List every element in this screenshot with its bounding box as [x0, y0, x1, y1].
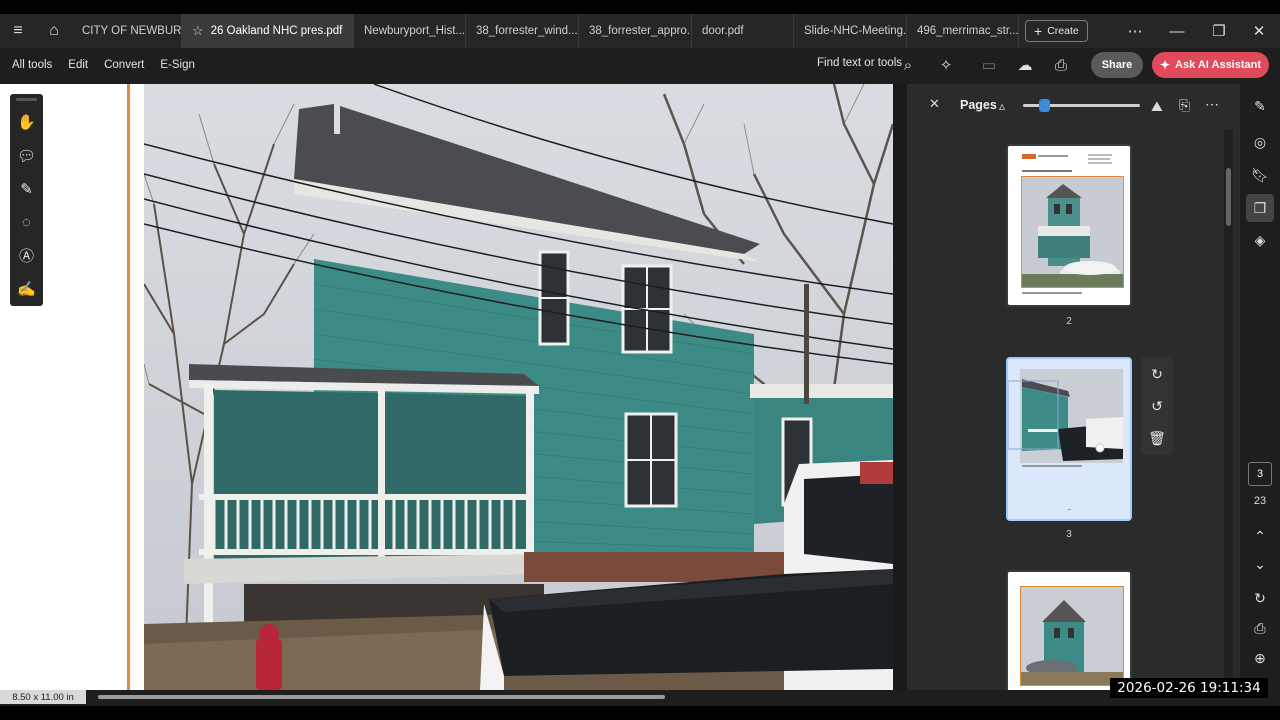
convert-menu[interactable]: Convert — [104, 59, 144, 71]
hamburger-menu-icon[interactable]: ≡ — [0, 14, 36, 48]
large-mountain-icon[interactable]: ⛰ — [1151, 98, 1163, 115]
panel-more-icon[interactable]: ⋯ — [1205, 96, 1219, 113]
tab-38-forrester-wind[interactable]: 38_forrester_wind... — [466, 14, 579, 48]
minimize-icon[interactable]: — — [1156, 14, 1198, 48]
tab-label: Newburyport_Hist... — [364, 25, 465, 37]
comments-icon[interactable]: ◎ — [1246, 128, 1274, 156]
zoom-to-page-icon[interactable]: ⎙ — [1246, 614, 1274, 642]
more-options-icon[interactable]: ⋯ — [1114, 14, 1156, 48]
insert-page-icon[interactable]: ⎘ — [1179, 97, 1190, 114]
share-button[interactable]: Share — [1091, 52, 1143, 78]
layers-icon[interactable]: ◈ — [1246, 226, 1274, 254]
cloud-upload-icon[interactable]: ☁ — [1011, 48, 1039, 82]
chevron-up-icon[interactable]: ⌃ — [1246, 522, 1274, 550]
text-select-icon[interactable]: Ⓐ — [10, 241, 43, 269]
tab-label: Slide-NHC-Meeting... — [804, 25, 907, 37]
tab-26-oakland[interactable]: ☆ 26 Oakland NHC pres.pdf ✕ — [182, 14, 354, 48]
print-icon[interactable]: ⎙ — [1047, 48, 1075, 82]
tab-label: CITY OF NEWBUR... — [82, 25, 182, 37]
panel-title: Pages — [960, 98, 997, 112]
document-viewer[interactable] — [0, 84, 893, 690]
create-button[interactable]: + Create — [1025, 20, 1088, 42]
close-window-icon[interactable]: ✕ — [1238, 14, 1280, 48]
tab-label: 38_forrester_appro... — [589, 25, 692, 37]
tab-bar: ≡ ⌂ CITY OF NEWBUR... ☆ 26 Oakland NHC p… — [0, 14, 1280, 48]
page-thumbnail-selected[interactable] — [1006, 357, 1132, 521]
all-tools-menu[interactable]: All tools — [12, 59, 52, 71]
house-photo — [144, 84, 893, 690]
acrobat-window: ≡ ⌂ CITY OF NEWBUR... ☆ 26 Oakland NHC p… — [0, 0, 1280, 720]
lasso-icon[interactable]: ◌ — [10, 208, 43, 236]
thumbnail-actions: ↻ ↺ 🗑︎ — [1141, 357, 1173, 455]
find-text-or-tools[interactable]: Find text or tools — [817, 57, 902, 69]
page-thumbnail[interactable] — [1006, 144, 1132, 307]
tab-slide-nhc-meeting[interactable]: Slide-NHC-Meeting... — [794, 14, 907, 48]
create-label: Create — [1047, 25, 1079, 37]
tab-label: 26 Oakland NHC pres.pdf — [210, 25, 343, 37]
page-accent-border — [127, 84, 130, 690]
tab-newburyport-hist[interactable]: Newburyport_Hist... — [354, 14, 466, 48]
pages-panel: ✕ Pages ▵ ⛰ ⎘ ⋯ 2 3 ↻ ↺ 🗑︎ — [907, 84, 1240, 706]
zoom-in-icon[interactable]: ⊕ — [1246, 644, 1274, 672]
tab-city-of-newburyport[interactable]: CITY OF NEWBUR... — [72, 14, 182, 48]
quick-tools-rail: ✋ 💬︎ ✎ ◌ Ⓐ ✍ — [10, 94, 43, 306]
tab-label: 38_forrester_wind... — [476, 25, 578, 37]
sparkle-icon: ✦ — [1159, 58, 1171, 72]
right-tool-rail: ✎ ◎ 🔖︎ ❐ ◈ 3 23 ⌃ ⌄ ↻ ⎙ ⊕ — [1240, 84, 1280, 706]
bottom-strip — [0, 706, 1280, 720]
ai-tools-icon[interactable]: ✧ — [932, 48, 960, 82]
pages-panel-icon[interactable]: ❐ — [1246, 194, 1274, 222]
panel-scrollbar-thumb[interactable] — [1226, 168, 1231, 226]
plus-icon: + — [1034, 23, 1043, 39]
ask-ai-assistant-button[interactable]: ✦ Ask AI Assistant — [1152, 52, 1269, 78]
zoom-slider-handle[interactable] — [1039, 99, 1051, 112]
thumbnail-page-number: 2 — [1066, 316, 1072, 327]
ai-assistant-label: Ask AI Assistant — [1175, 59, 1262, 71]
close-panel-icon[interactable]: ✕ — [929, 96, 940, 112]
star-icon[interactable]: ☆ — [192, 23, 204, 39]
tab-496-merrimac[interactable]: 496_merrimac_str... — [907, 14, 1019, 48]
timestamp-overlay: 2026-02-26 19:11:34 — [1110, 678, 1268, 698]
hand-icon[interactable]: ✋ — [10, 108, 43, 136]
edit-menu[interactable]: Edit — [68, 59, 88, 71]
tab-door-pdf[interactable]: door.pdf — [692, 14, 794, 48]
restore-icon[interactable]: ❐ — [1198, 14, 1240, 48]
main-toolbar: All tools Edit Convert E-Sign — [0, 48, 1280, 82]
top-strip — [0, 0, 1280, 14]
rail-drag-handle[interactable] — [16, 98, 37, 101]
sign-icon[interactable]: ✍ — [10, 275, 43, 303]
delete-icon[interactable]: 🗑︎ — [1141, 423, 1173, 453]
search-icon[interactable]: ⌕ — [894, 48, 922, 82]
tab-38-forrester-appro[interactable]: 38_forrester_appro... — [579, 14, 692, 48]
save-icon[interactable]: ▭ — [975, 48, 1003, 82]
page-size-label: 8.50 x 11.00 in — [0, 690, 86, 704]
rotate-clockwise-icon[interactable]: ↻ — [1141, 359, 1173, 389]
thumbnail-page-number: 3 — [1066, 529, 1072, 540]
pen-icon[interactable]: ✎ — [10, 175, 43, 203]
tab-label: 496_merrimac_str... — [917, 25, 1019, 37]
small-mountain-icon[interactable]: ▵ — [999, 99, 1005, 113]
bookmarks-icon[interactable]: 🔖︎ — [1246, 161, 1274, 189]
chevron-down-icon[interactable]: ⌄ — [1246, 550, 1274, 578]
panel-scrollbar[interactable] — [1224, 130, 1233, 706]
panel-divider[interactable] — [893, 84, 907, 706]
rotate-counterclockwise-icon[interactable]: ↺ — [1141, 391, 1173, 421]
home-icon[interactable]: ⌂ — [36, 14, 72, 48]
document-horizontal-scrollbar[interactable] — [98, 695, 665, 699]
refresh-icon[interactable]: ↻ — [1246, 584, 1274, 612]
current-page-box[interactable]: 3 — [1248, 462, 1272, 486]
esign-menu[interactable]: E-Sign — [160, 59, 195, 71]
ai-summary-icon[interactable]: ✎ — [1246, 92, 1274, 120]
comment-icon[interactable]: 💬︎ — [10, 142, 43, 170]
tab-label: door.pdf — [702, 25, 744, 37]
total-pages: 23 — [1253, 495, 1267, 507]
